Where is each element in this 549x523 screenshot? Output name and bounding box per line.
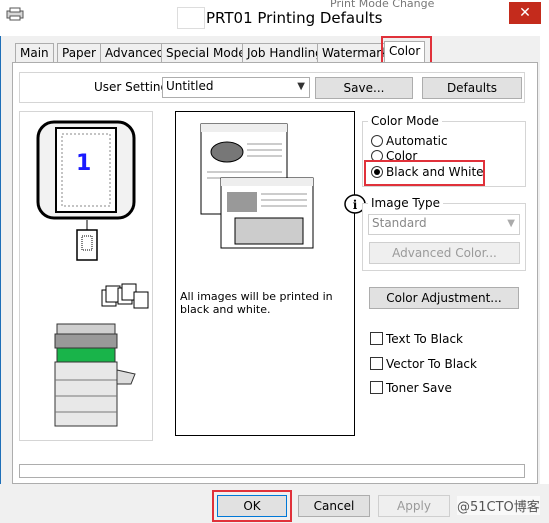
tab-advanced[interactable]: Advanced — [100, 43, 170, 63]
cancel-button[interactable]: Cancel — [298, 495, 370, 517]
redacted-printer-name — [177, 7, 205, 29]
text-to-black-checkbox[interactable] — [370, 332, 383, 345]
sample-pages-icon — [200, 123, 314, 249]
close-button[interactable]: ✕ — [509, 2, 541, 24]
ok-button-highlight — [212, 490, 292, 522]
apply-button[interactable]: Apply — [378, 495, 450, 517]
chevron-down-icon: ▼ — [507, 218, 515, 229]
defaults-button[interactable]: Defaults — [422, 77, 522, 99]
chevron-down-icon: ▼ — [297, 81, 305, 92]
watermark-text: @51CTO博客 — [457, 496, 540, 515]
user-settings-select[interactable]: Untitled ▼ — [162, 77, 310, 98]
image-type-legend: Image Type — [368, 196, 443, 210]
tab-paper[interactable]: Paper — [57, 43, 101, 63]
collate-icon — [101, 283, 149, 309]
color-mode-legend: Color Mode — [368, 114, 442, 128]
automatic-radio[interactable] — [371, 135, 383, 147]
background-window-strip — [540, 36, 549, 523]
color-adjustment-button[interactable]: Color Adjustment... — [369, 287, 519, 309]
page-number: 1 — [76, 151, 92, 176]
vector-to-black-checkbox[interactable] — [370, 357, 383, 370]
window-title: PRT01 Printing Defaults — [206, 9, 383, 27]
toner-save-label: Toner Save — [386, 381, 452, 395]
text-to-black-label: Text To Black — [386, 332, 463, 346]
status-bar — [19, 464, 525, 478]
document-icon — [76, 220, 98, 261]
preview-description: All images will be printed in black and … — [180, 290, 333, 316]
printer-icon — [6, 7, 24, 21]
automatic-radio-label: Automatic — [386, 134, 448, 148]
tab-main[interactable]: Main — [15, 43, 54, 63]
svg-text:i: i — [353, 198, 358, 212]
save-button[interactable]: Save... — [315, 77, 413, 99]
user-settings-value: Untitled — [166, 79, 214, 93]
advanced-color-button[interactable]: Advanced Color... — [369, 242, 520, 264]
image-type-value: Standard — [372, 216, 427, 230]
vector-to-black-label: Vector To Black — [386, 357, 477, 371]
black-and-white-highlight — [364, 160, 485, 186]
image-type-select[interactable]: Standard ▼ — [368, 214, 520, 235]
copier-machine-icon — [54, 323, 136, 427]
tab-job-handling[interactable]: Job Handling — [242, 43, 328, 63]
toner-save-checkbox[interactable] — [370, 381, 383, 394]
